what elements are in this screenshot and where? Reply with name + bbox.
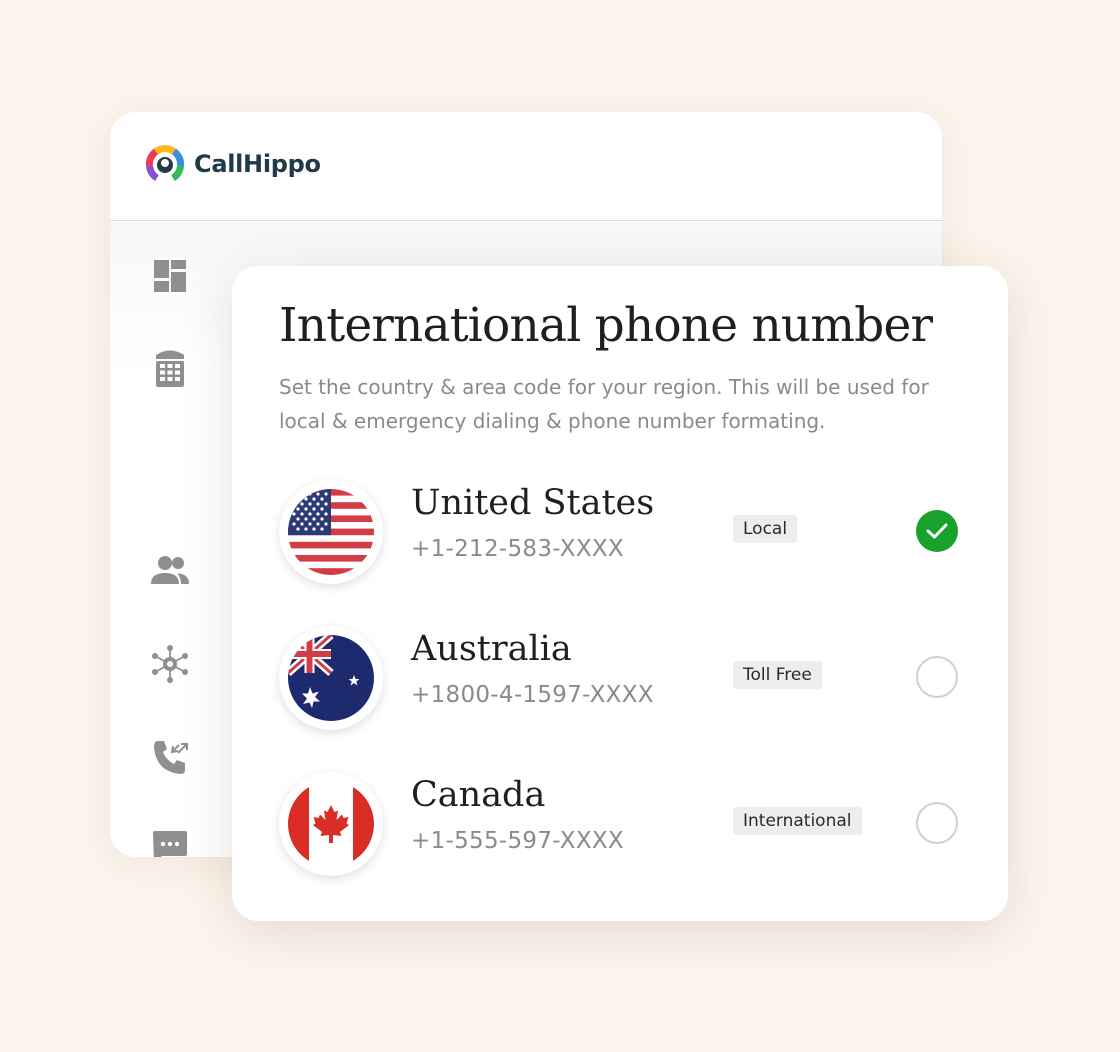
select-radio-checked[interactable] bbox=[916, 510, 958, 552]
country-phone-number: +1-212-583-XXXX bbox=[411, 536, 624, 562]
brand-name: CallHippo bbox=[194, 150, 321, 178]
panel-description: Set the country & area code for your reg… bbox=[279, 375, 929, 433]
country-option-canada[interactable]: Canada +1-555-597-XXXX International bbox=[232, 772, 1008, 882]
international-number-panel: International phone number Set the count… bbox=[232, 266, 1008, 921]
integrations-icon bbox=[152, 645, 188, 683]
number-type-badge: International bbox=[733, 807, 862, 835]
country-phone-number: +1800-4-1597-XXXX bbox=[411, 682, 654, 708]
country-name: Canada bbox=[411, 775, 546, 815]
checkmark-icon bbox=[926, 523, 948, 539]
call-forwarding-icon bbox=[154, 741, 188, 774]
sidebar-item-dashboard[interactable] bbox=[150, 256, 190, 296]
country-option-australia[interactable]: Australia +1800-4-1597-XXXX Toll Free bbox=[232, 626, 1008, 736]
callhippo-logo-icon bbox=[145, 145, 185, 182]
dialpad-icon bbox=[156, 350, 184, 387]
select-radio-unchecked[interactable] bbox=[916, 656, 958, 698]
messages-icon bbox=[153, 831, 187, 857]
dashboard-icon bbox=[154, 260, 186, 292]
number-type-badge: Local bbox=[733, 515, 798, 543]
sidebar-item-dialer[interactable] bbox=[150, 348, 190, 388]
app-header: CallHippo bbox=[110, 112, 942, 221]
sidebar-item-integrations[interactable] bbox=[150, 644, 190, 684]
sidebar-item-calls[interactable] bbox=[150, 738, 190, 778]
sidebar-item-contacts[interactable] bbox=[150, 550, 190, 590]
callhippo-logo[interactable]: CallHippo bbox=[144, 144, 321, 184]
us-flag-icon bbox=[279, 480, 383, 584]
contacts-icon bbox=[151, 556, 189, 584]
select-radio-unchecked[interactable] bbox=[916, 802, 958, 844]
country-name: Australia bbox=[411, 629, 572, 669]
sidebar-item-messages[interactable] bbox=[150, 828, 190, 857]
australia-flag-icon bbox=[279, 626, 383, 730]
panel-title: International phone number bbox=[279, 298, 933, 353]
canada-flag-icon bbox=[279, 772, 383, 876]
number-type-badge: Toll Free bbox=[733, 661, 822, 689]
country-phone-number: +1-555-597-XXXX bbox=[411, 828, 624, 854]
country-option-united-states[interactable]: United States +1-212-583-XXXX Local bbox=[232, 480, 1008, 590]
country-name: United States bbox=[411, 483, 655, 523]
